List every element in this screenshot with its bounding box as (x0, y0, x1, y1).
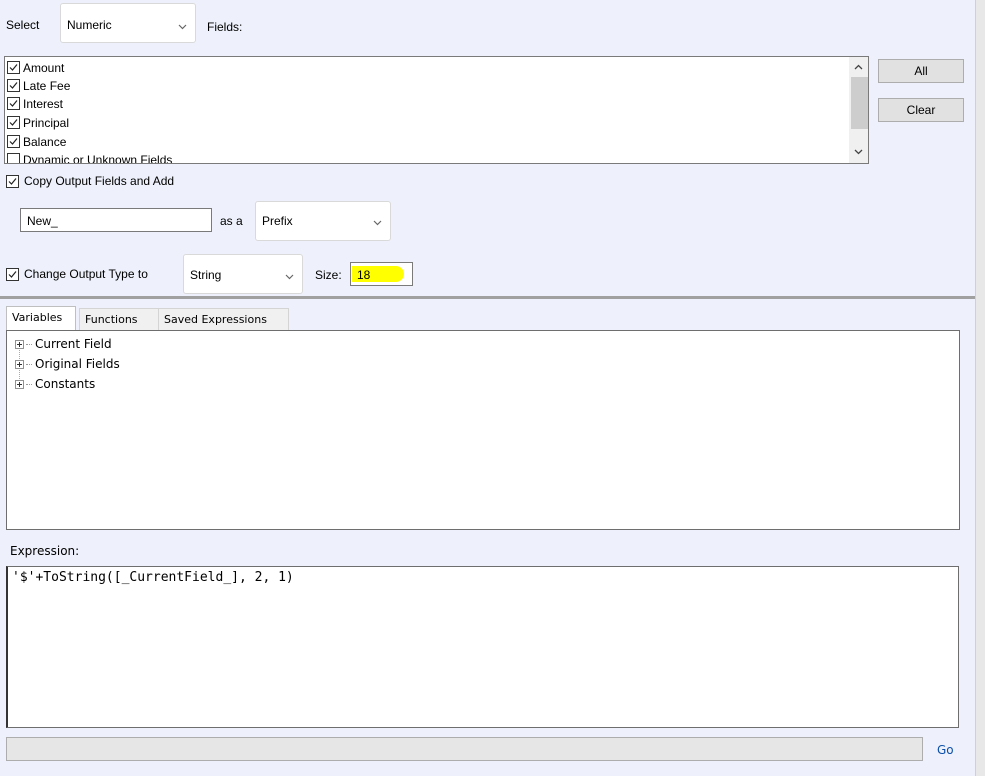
splitter[interactable] (0, 296, 975, 299)
field-item-interest[interactable]: Interest (7, 94, 63, 113)
chevron-down-icon[interactable] (854, 147, 863, 156)
field-label: Interest (23, 96, 64, 111)
expression-editor[interactable]: '$'+ToString([_CurrentField_], 2, 1) (6, 566, 959, 728)
field-label: Late Fee (23, 78, 71, 93)
tree-node-constants[interactable]: Constants (15, 375, 95, 393)
tree-node-label: Current Field (35, 337, 112, 351)
tab-functions[interactable]: Functions (79, 308, 160, 330)
tab-variables[interactable]: Variables (6, 306, 76, 331)
copy-output-checkbox[interactable] (6, 174, 19, 188)
prefix-suffix-dropdown[interactable]: Prefix (255, 201, 391, 241)
chevron-up-icon[interactable] (854, 63, 863, 72)
prefix-suffix-value: Prefix (262, 214, 293, 228)
field-checkbox[interactable] (7, 97, 20, 110)
chevron-down-icon (373, 220, 382, 226)
tree-dots (26, 363, 32, 365)
field-checkbox[interactable] (7, 153, 20, 163)
field-label: Principal (23, 115, 70, 130)
field-item-dynamic-unknown[interactable]: Dynamic or Unknown Fields (7, 150, 173, 164)
size-input-value: 18 (357, 268, 371, 282)
select-type-dropdown[interactable]: Numeric (60, 3, 196, 43)
change-output-type-label: Change Output Type to (24, 267, 148, 281)
output-type-value: String (190, 268, 222, 282)
select-type-value: Numeric (67, 18, 112, 32)
expand-plus-icon[interactable] (15, 359, 24, 369)
tree-node-label: Original Fields (35, 357, 120, 371)
tab-saved-expressions[interactable]: Saved Expressions (158, 308, 289, 330)
expression-label: Expression: (10, 544, 80, 558)
all-button[interactable]: All (878, 59, 964, 83)
go-link[interactable]: Go (937, 743, 954, 757)
clear-button[interactable]: Clear (878, 98, 964, 122)
field-label: Amount (23, 60, 65, 75)
field-item-amount[interactable]: Amount (7, 58, 64, 77)
tree-node-current-field[interactable]: Current Field (15, 335, 112, 353)
select-label: Select (6, 18, 40, 32)
field-checkbox[interactable] (7, 61, 20, 74)
field-item-principal[interactable]: Principal (7, 113, 69, 132)
fields-label: Fields: (207, 20, 243, 34)
copy-output-option[interactable]: Copy Output Fields and Add (6, 174, 174, 188)
size-label: Size: (315, 268, 342, 282)
expression-status-bar (6, 737, 923, 761)
field-label: Dynamic or Unknown Fields (23, 152, 173, 164)
expand-plus-icon[interactable] (15, 339, 24, 349)
tree-node-label: Constants (35, 377, 96, 391)
chevron-down-icon (285, 274, 294, 280)
copy-output-label: Copy Output Fields and Add (24, 174, 175, 188)
fields-scrollbar[interactable] (849, 57, 868, 163)
tree-node-original-fields[interactable]: Original Fields (15, 355, 120, 373)
change-output-type-option[interactable]: Change Output Type to (6, 267, 148, 281)
field-label: Balance (23, 134, 67, 149)
as-a-label: as a (220, 214, 243, 228)
expand-plus-icon[interactable] (15, 379, 24, 389)
field-item-late-fee[interactable]: Late Fee (7, 76, 70, 95)
chevron-down-icon (178, 24, 187, 30)
field-checkbox[interactable] (7, 116, 20, 129)
field-checkbox[interactable] (7, 79, 20, 92)
fields-list[interactable]: Amount Late Fee Interest Principal Balan… (4, 56, 869, 164)
window-edge-scrollbar[interactable] (975, 0, 985, 776)
prefix-input-value: New_ (27, 214, 58, 228)
field-item-balance[interactable]: Balance (7, 132, 66, 151)
expression-text: '$'+ToString([_CurrentField_], 2, 1) (12, 570, 294, 585)
tree-dots (26, 383, 32, 385)
output-type-dropdown[interactable]: String (183, 254, 303, 294)
variables-tree[interactable]: Current Field Original Fields Constants (6, 330, 960, 530)
scrollbar-thumb[interactable] (851, 77, 868, 129)
size-input[interactable]: 18 (350, 262, 413, 286)
field-checkbox[interactable] (7, 135, 20, 148)
prefix-input[interactable]: New_ (20, 208, 212, 232)
tree-dots (26, 343, 32, 345)
change-output-type-checkbox[interactable] (6, 267, 19, 281)
